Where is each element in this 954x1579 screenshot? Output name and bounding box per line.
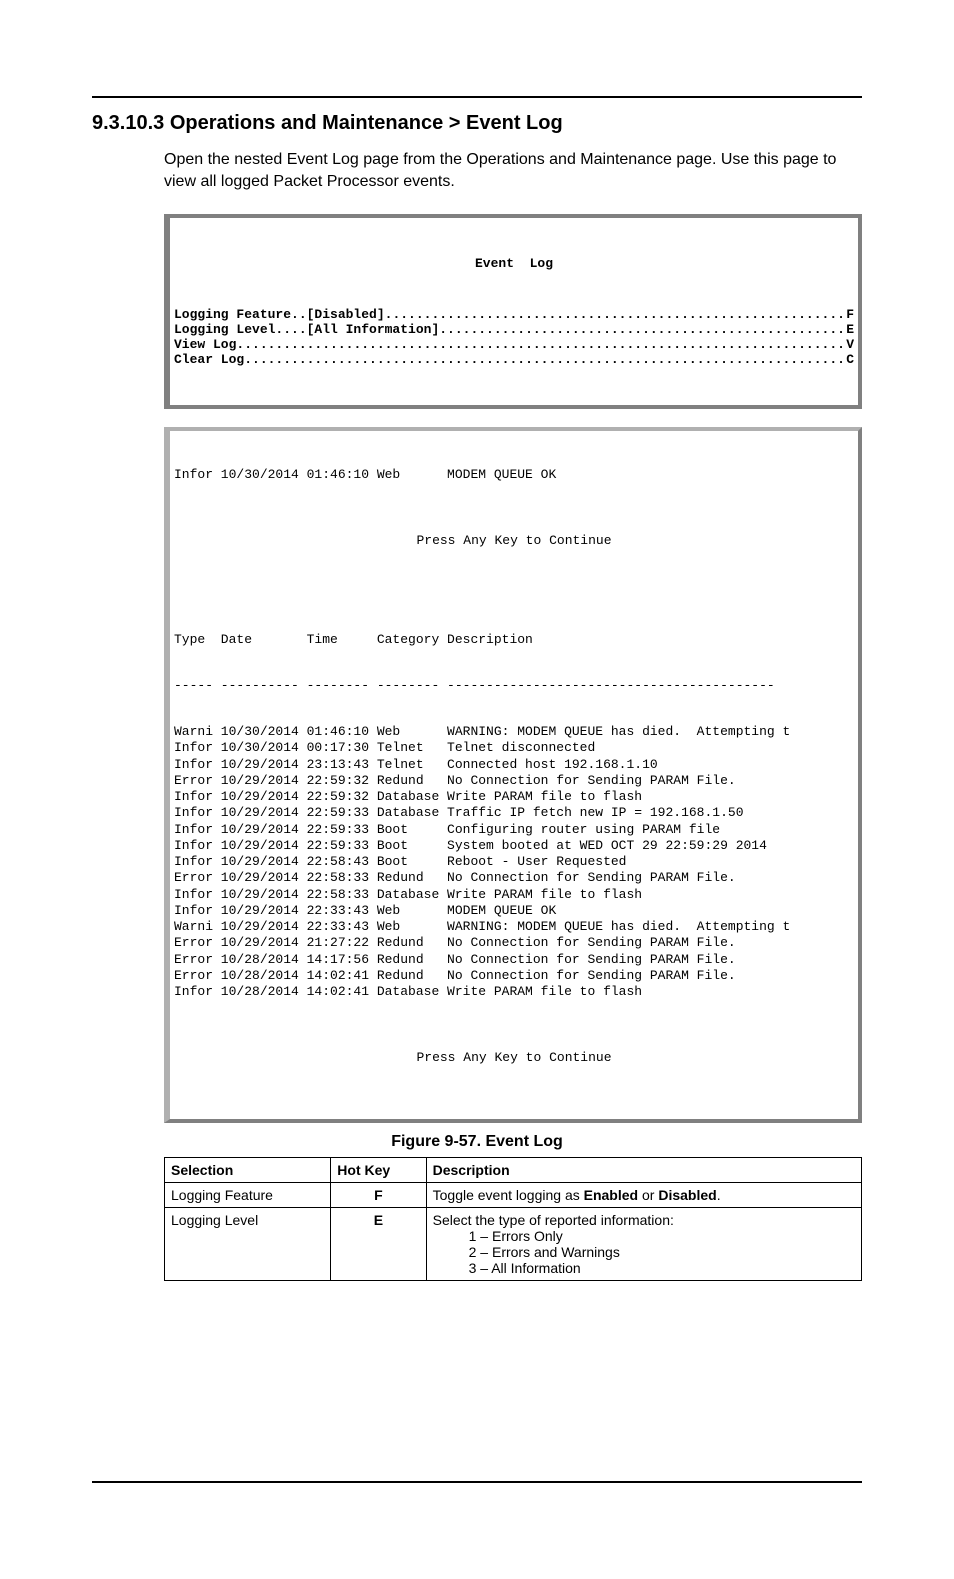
menu-item-hotkey: V	[846, 337, 854, 352]
top-rule	[92, 96, 862, 98]
cell-description: Select the type of reported information:…	[426, 1207, 861, 1280]
desc-option: 3 – All Information	[433, 1260, 855, 1276]
log-row: Infor 10/28/2014 14:02:41 Database Write…	[174, 984, 854, 1000]
desc-option: 1 – Errors Only	[433, 1228, 855, 1244]
log-header: Type Date Time Category Description	[174, 632, 854, 648]
hotkey-table: Selection Hot Key Description Logging Fe…	[164, 1157, 862, 1281]
desc-text: .	[717, 1187, 721, 1203]
log-row: Error 10/29/2014 21:27:22 Redund No Conn…	[174, 935, 854, 951]
event-log-output-box: Infor 10/30/2014 01:46:10 Web MODEM QUEU…	[164, 427, 862, 1123]
menu-item-hotkey: C	[846, 352, 854, 367]
figure-caption: Figure 9-57. Event Log	[92, 1133, 862, 1151]
table-header-row: Selection Hot Key Description	[165, 1157, 862, 1182]
menu-item: Logging Feature..[Disabled].............…	[174, 307, 854, 322]
log-row: Infor 10/29/2014 22:58:33 Database Write…	[174, 887, 854, 903]
menu-item-label: Logging Feature..[Disabled]	[174, 307, 385, 322]
menu-item-dots: ........................................…	[385, 307, 847, 322]
cell-selection: Logging Feature	[165, 1182, 331, 1207]
menu-item-hotkey: F	[846, 307, 854, 322]
log-prompt-top: Press Any Key to Continue	[174, 533, 854, 549]
menu-item: Clear Log...............................…	[174, 352, 854, 367]
log-row: Error 10/29/2014 22:58:33 Redund No Conn…	[174, 870, 854, 886]
col-selection: Selection	[165, 1157, 331, 1182]
menu-item-dots: ........................................…	[236, 337, 846, 352]
log-row: Warni 10/29/2014 22:33:43 Web WARNING: M…	[174, 919, 854, 935]
log-row: Error 10/28/2014 14:17:56 Redund No Conn…	[174, 952, 854, 968]
log-row: Error 10/29/2014 22:59:32 Redund No Conn…	[174, 773, 854, 789]
menu-title: Event Log	[174, 256, 854, 271]
desc-intro: Select the type of reported information:	[433, 1212, 855, 1228]
desc-bold: Enabled	[584, 1187, 638, 1203]
menu-item-dots: ........................................…	[244, 352, 846, 367]
cell-selection: Logging Level	[165, 1207, 331, 1280]
desc-bold: Disabled	[658, 1187, 716, 1203]
event-log-menu-box: Event Log Logging Feature..[Disabled]...…	[164, 214, 862, 409]
log-row: Infor 10/29/2014 22:59:33 Database Traff…	[174, 805, 854, 821]
intro-paragraph: Open the nested Event Log page from the …	[164, 149, 862, 192]
log-row: Warni 10/30/2014 01:46:10 Web WARNING: M…	[174, 724, 854, 740]
col-description: Description	[426, 1157, 861, 1182]
bottom-rule	[92, 1481, 862, 1483]
menu-item-label: Clear Log	[174, 352, 244, 367]
log-row: Infor 10/29/2014 22:59:33 Boot System bo…	[174, 838, 854, 854]
col-hotkey: Hot Key	[331, 1157, 426, 1182]
log-row: Infor 10/29/2014 22:59:33 Boot Configuri…	[174, 822, 854, 838]
menu-item-dots: ........................................…	[439, 322, 846, 337]
log-row: Infor 10/29/2014 22:58:43 Boot Reboot - …	[174, 854, 854, 870]
section-heading: 9.3.10.3 Operations and Maintenance > Ev…	[92, 112, 862, 135]
cell-hotkey: F	[331, 1182, 426, 1207]
table-row: Logging Level E Select the type of repor…	[165, 1207, 862, 1280]
document-page: 9.3.10.3 Operations and Maintenance > Ev…	[0, 0, 954, 1579]
desc-option: 2 – Errors and Warnings	[433, 1244, 855, 1260]
log-header-rule: ----- ---------- -------- -------- -----…	[174, 678, 854, 694]
log-prompt-bottom: Press Any Key to Continue	[174, 1050, 854, 1066]
log-row: Infor 10/29/2014 22:59:32 Database Write…	[174, 789, 854, 805]
log-row: Infor 10/29/2014 22:33:43 Web MODEM QUEU…	[174, 903, 854, 919]
menu-item-label: Logging Level....[All Information]	[174, 322, 439, 337]
menu-item-label: View Log	[174, 337, 236, 352]
table-row: Logging Feature F Toggle event logging a…	[165, 1182, 862, 1207]
desc-text: Toggle event logging as	[433, 1187, 584, 1203]
log-row: Error 10/28/2014 14:02:41 Redund No Conn…	[174, 968, 854, 984]
log-row: Infor 10/29/2014 23:13:43 Telnet Connect…	[174, 757, 854, 773]
cell-description: Toggle event logging as Enabled or Disab…	[426, 1182, 861, 1207]
log-row: Infor 10/30/2014 00:17:30 Telnet Telnet …	[174, 740, 854, 756]
desc-text: or	[638, 1187, 658, 1203]
log-top-line: Infor 10/30/2014 01:46:10 Web MODEM QUEU…	[174, 467, 854, 483]
cell-hotkey: E	[331, 1207, 426, 1280]
menu-item-hotkey: E	[846, 322, 854, 337]
menu-item: Logging Level....[All Information]......…	[174, 322, 854, 337]
menu-item: View Log................................…	[174, 337, 854, 352]
